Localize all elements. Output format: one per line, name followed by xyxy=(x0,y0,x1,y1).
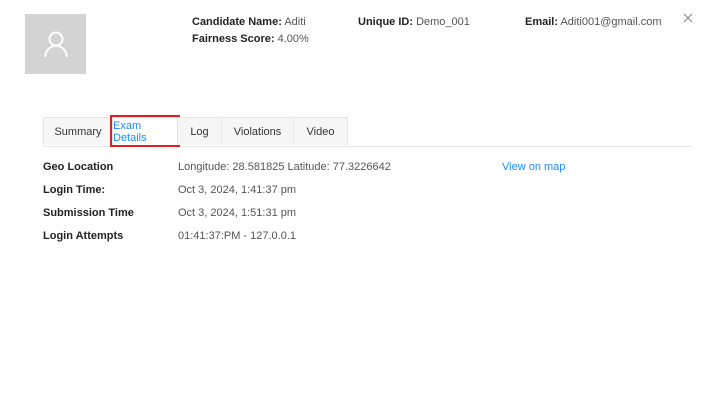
fairness-score: Fairness Score: 4.00% xyxy=(192,33,309,45)
close-button[interactable] xyxy=(681,11,695,25)
email-value: Aditi001@gmail.com xyxy=(560,16,662,28)
candidate-name-value: Aditi xyxy=(284,16,306,28)
detail-value: 01:41:37:PM - 127.0.0.1 xyxy=(178,230,297,242)
unique-id: Unique ID: Demo_001 xyxy=(358,16,470,28)
tab-log[interactable]: Log xyxy=(177,117,222,145)
detail-value: Oct 3, 2024, 1:51:31 pm xyxy=(178,207,297,219)
avatar xyxy=(25,14,86,74)
view-on-map-link[interactable]: View on map xyxy=(502,161,565,173)
tab-exam-details[interactable]: Exam Details xyxy=(110,115,180,147)
unique-id-label: Unique ID: xyxy=(358,16,413,28)
email-label: Email: xyxy=(525,16,559,28)
tab-bar: Summary Exam Details Log Violations Vide… xyxy=(43,115,693,147)
unique-id-value: Demo_001 xyxy=(416,16,470,28)
detail-label: Geo Location xyxy=(43,161,114,173)
fairness-score-label: Fairness Score: xyxy=(192,33,275,45)
tab-video[interactable]: Video xyxy=(293,117,348,145)
detail-value: Oct 3, 2024, 1:41:37 pm xyxy=(178,184,297,196)
fairness-score-value: 4.00% xyxy=(277,33,309,45)
tab-violations[interactable]: Violations xyxy=(221,117,294,145)
tab-summary[interactable]: Summary xyxy=(43,117,113,145)
detail-label: Login Attempts xyxy=(43,230,124,242)
detail-value: Longitude: 28.581825 Latitude: 77.322664… xyxy=(178,161,391,173)
candidate-name-label: Candidate Name: xyxy=(192,16,282,28)
close-icon xyxy=(683,13,693,23)
detail-label: Submission Time xyxy=(43,207,134,219)
candidate-name: Candidate Name: Aditi xyxy=(192,16,306,28)
user-icon xyxy=(43,31,68,58)
email: Email: Aditi001@gmail.com xyxy=(525,16,662,28)
detail-label: Login Time: xyxy=(43,184,106,196)
